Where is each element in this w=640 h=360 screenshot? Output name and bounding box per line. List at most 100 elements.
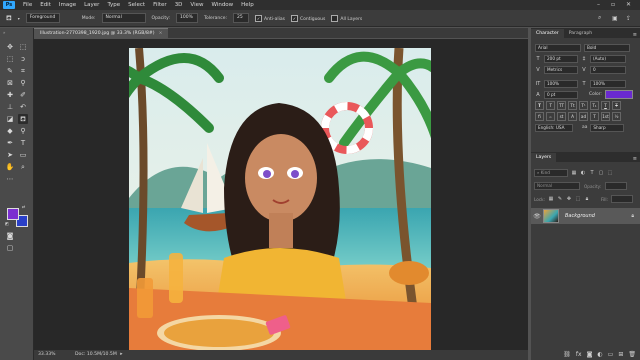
layers-menu-icon[interactable]: ≡ bbox=[633, 156, 637, 162]
swash-button[interactable]: A bbox=[568, 112, 577, 121]
layer-row-background[interactable]: 👁︎ Background 🔒︎ bbox=[531, 208, 640, 224]
visibility-eye-icon[interactable]: 👁︎ bbox=[531, 213, 543, 220]
close-document-icon[interactable]: × bbox=[159, 31, 163, 36]
old-style-button[interactable]: ℴ bbox=[546, 112, 555, 121]
zoom-level[interactable]: 33.33% bbox=[38, 352, 56, 357]
menu-filter[interactable]: Filter bbox=[153, 2, 167, 8]
stylistic-alternates-button[interactable]: ad bbox=[579, 112, 588, 121]
layer-opacity-input[interactable] bbox=[605, 182, 628, 190]
font-family-select[interactable]: Arial bbox=[535, 43, 581, 52]
superscript-button[interactable]: T¹ bbox=[579, 101, 588, 110]
shape-filter-icon[interactable]: ▢ bbox=[598, 170, 604, 176]
blur-tool-icon[interactable]: ◆ bbox=[5, 126, 15, 136]
horizontal-scale-input[interactable]: 100% bbox=[590, 79, 626, 88]
font-style-select[interactable]: Bold bbox=[584, 43, 630, 52]
zoom-tool-icon[interactable]: ⌕ bbox=[18, 162, 28, 172]
fill-source-select[interactable]: Foreground bbox=[25, 13, 60, 23]
path-selection-tool-icon[interactable]: ➤ bbox=[5, 150, 15, 160]
strikethrough-button[interactable]: T bbox=[612, 101, 621, 110]
frame-tool-icon[interactable]: ⊠ bbox=[5, 78, 15, 88]
history-brush-tool-icon[interactable]: ↶ bbox=[18, 102, 28, 112]
tab-paragraph[interactable]: Paragraph bbox=[564, 29, 598, 38]
adjustment-filter-icon[interactable]: ◐ bbox=[580, 170, 586, 176]
lock-artboard-icon[interactable]: ⬚ bbox=[575, 196, 581, 202]
leading-input[interactable]: (Auto) bbox=[590, 54, 626, 63]
titling-alternates-button[interactable]: T bbox=[590, 112, 599, 121]
hand-tool-icon[interactable]: ✋ bbox=[5, 162, 15, 172]
lasso-tool-icon[interactable]: ↄ bbox=[18, 54, 28, 64]
screen-mode-icon[interactable]: ▢ bbox=[5, 243, 15, 253]
tab-layers[interactable]: Layers bbox=[531, 153, 557, 162]
share-icon[interactable]: ⇪ bbox=[626, 15, 631, 22]
close-icon[interactable]: ✕ bbox=[626, 1, 631, 8]
lock-pixels-icon[interactable]: ▦ bbox=[548, 196, 554, 202]
paint-bucket-icon[interactable]: ⛾ bbox=[6, 14, 12, 23]
opacity-input[interactable]: 100% bbox=[176, 13, 199, 23]
font-size-input[interactable]: 200 pt bbox=[544, 54, 578, 63]
menu-window[interactable]: Window bbox=[211, 2, 233, 8]
new-group-icon[interactable]: ▭ bbox=[608, 351, 614, 358]
anti-alias-checkbox[interactable]: ✓ Anti-alias bbox=[255, 14, 285, 22]
dodge-tool-icon[interactable]: ⚲ bbox=[18, 126, 28, 136]
rectangle-tool-icon[interactable]: ▭ bbox=[18, 150, 28, 160]
fill-input[interactable] bbox=[610, 195, 633, 203]
status-menu-icon[interactable]: ▸ bbox=[120, 352, 122, 357]
eyedropper-tool-icon[interactable]: ⚲ bbox=[18, 78, 28, 88]
menu-layer[interactable]: Layer bbox=[84, 2, 99, 8]
tolerance-input[interactable]: 25 bbox=[233, 13, 250, 23]
contiguous-checkbox[interactable]: ✓ Contiguous bbox=[290, 14, 325, 22]
menu-3d[interactable]: 3D bbox=[175, 2, 183, 8]
underline-button[interactable]: T bbox=[601, 101, 610, 110]
menu-select[interactable]: Select bbox=[128, 2, 145, 8]
lock-all-icon[interactable]: 🔒︎ bbox=[584, 196, 590, 202]
eraser-tool-icon[interactable]: ◪ bbox=[5, 114, 15, 124]
mode-select[interactable]: Normal bbox=[101, 13, 146, 23]
clone-stamp-tool-icon[interactable]: ⊥ bbox=[5, 102, 15, 112]
pen-tool-icon[interactable]: ✒ bbox=[5, 138, 15, 148]
delete-layer-icon[interactable]: 🗑︎ bbox=[628, 351, 636, 358]
adjustment-layer-icon[interactable]: ◐ bbox=[597, 351, 602, 358]
menu-view[interactable]: View bbox=[190, 2, 203, 8]
document-tab[interactable]: Illustration-2770398_1920.jpg @ 33.3% (R… bbox=[34, 28, 169, 39]
lock-brush-icon[interactable]: ✎ bbox=[557, 196, 563, 202]
workspace-icon[interactable]: ▣ bbox=[612, 15, 618, 22]
ordinals-button[interactable]: 1st bbox=[601, 112, 610, 121]
small-caps-button[interactable]: Tt bbox=[568, 101, 577, 110]
add-mask-icon[interactable]: ◙ bbox=[587, 351, 593, 358]
quick-mask-icon[interactable]: ◙ bbox=[5, 231, 15, 241]
layer-kind-filter[interactable]: ⌕ Kind bbox=[534, 169, 568, 177]
new-layer-icon[interactable]: ⊞ bbox=[618, 351, 623, 358]
menu-type[interactable]: Type bbox=[107, 2, 120, 8]
subscript-button[interactable]: T₁ bbox=[590, 101, 599, 110]
move-tool-icon[interactable]: ✥ bbox=[5, 42, 15, 52]
healing-brush-tool-icon[interactable]: ✚ bbox=[5, 90, 15, 100]
link-layers-icon[interactable]: ⛓︎ bbox=[563, 351, 571, 358]
brush-tool-icon[interactable]: ✐ bbox=[18, 90, 28, 100]
default-colors-icon[interactable]: ◩ bbox=[5, 221, 9, 226]
text-color-swatch[interactable] bbox=[604, 90, 633, 99]
ligatures-button[interactable]: fi bbox=[535, 112, 544, 121]
quick-select-tool-icon[interactable]: ✎ bbox=[5, 66, 15, 76]
maximize-icon[interactable]: ▫ bbox=[611, 1, 615, 8]
foreground-color-swatch[interactable] bbox=[7, 208, 19, 220]
faux-bold-button[interactable]: T bbox=[535, 101, 544, 110]
antialias-select[interactable]: Sharp bbox=[590, 123, 625, 132]
collapse-icon[interactable]: » bbox=[3, 30, 5, 35]
menu-edit[interactable]: Edit bbox=[40, 2, 51, 8]
illustration-canvas[interactable] bbox=[129, 48, 431, 350]
type-filter-icon[interactable]: T bbox=[589, 170, 595, 176]
baseline-shift-input[interactable]: 0 pt bbox=[544, 90, 578, 99]
menu-file[interactable]: File bbox=[23, 2, 32, 8]
artboard-tool-icon[interactable]: ⬚ bbox=[18, 42, 28, 52]
more-tools-icon[interactable]: ⋯ bbox=[5, 174, 15, 184]
lock-position-icon[interactable]: ✥ bbox=[566, 196, 572, 202]
marquee-tool-icon[interactable]: ⬚ bbox=[5, 54, 15, 64]
swap-colors-icon[interactable]: ⇄ bbox=[22, 204, 25, 209]
pixel-filter-icon[interactable]: ▦ bbox=[571, 170, 577, 176]
tracking-input[interactable]: 0 bbox=[590, 65, 626, 74]
minimize-icon[interactable]: – bbox=[597, 1, 600, 8]
tab-character[interactable]: Character bbox=[531, 29, 564, 38]
paint-bucket-tool-icon[interactable]: ⛾ bbox=[18, 114, 28, 124]
blend-mode-select[interactable]: Normal bbox=[534, 182, 580, 190]
fractions-button[interactable]: ½ bbox=[612, 112, 621, 121]
